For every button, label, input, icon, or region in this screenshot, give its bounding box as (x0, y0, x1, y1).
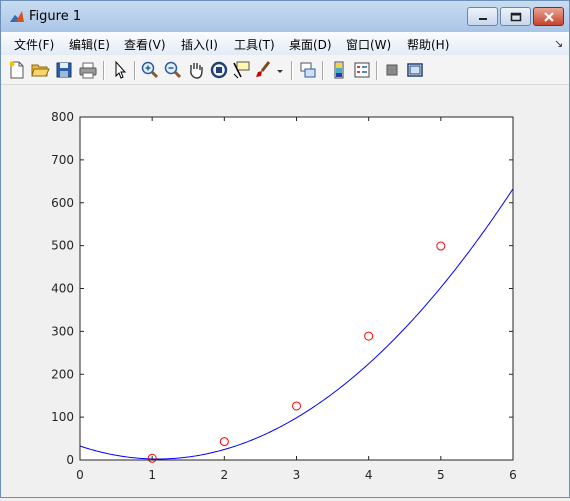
zoom-out-icon[interactable] (163, 60, 183, 80)
save-icon[interactable] (54, 60, 74, 80)
window-title: Figure 1 (29, 9, 82, 24)
x-tick-label: 2 (221, 468, 229, 482)
edit-plot-arrow-icon[interactable] (110, 60, 130, 80)
show-plot-tools-icon[interactable] (405, 60, 425, 80)
menu-tools[interactable]: 工具(T) (234, 36, 275, 53)
y-tick-label: 500 (51, 239, 74, 253)
link-plot-icon[interactable] (298, 60, 318, 80)
pan-hand-icon[interactable] (186, 60, 206, 80)
hide-plot-tools-icon[interactable] (382, 60, 402, 80)
y-tick-label: 600 (51, 196, 74, 210)
x-tick-label: 4 (365, 468, 373, 482)
menu-insert[interactable]: 插入(I) (181, 36, 218, 53)
x-tick-label: 0 (76, 468, 84, 482)
brush-icon[interactable] (254, 60, 274, 80)
y-tick-label: 800 (51, 110, 74, 124)
toolbar-separator (134, 61, 136, 80)
toolbar-separator (291, 61, 293, 80)
plot-svg[interactable]: 0 1 2 3 4 5 6 0 100 200 300 400 500 600 700 800 (1, 85, 569, 497)
brush-dropdown-icon[interactable] (275, 60, 285, 80)
menu-window[interactable]: 窗口(W) (346, 36, 391, 53)
menu-file[interactable]: 文件(F) (14, 36, 54, 53)
close-icon (543, 11, 554, 22)
toolbar-separator (103, 61, 105, 80)
open-file-icon[interactable] (30, 60, 50, 80)
y-tick-label: 300 (51, 324, 74, 338)
zoom-in-icon[interactable] (140, 60, 160, 80)
figure-canvas: 0 1 2 3 4 5 6 0 100 200 300 400 500 600 700 800 (1, 85, 569, 497)
toolbar-separator (322, 61, 324, 80)
y-tick-label: 200 (51, 367, 74, 381)
minimize-icon (478, 17, 487, 20)
y-tick-label: 0 (66, 453, 74, 467)
menu-edit[interactable]: 编辑(E) (69, 36, 110, 53)
toolbar-separator (376, 61, 378, 80)
print-icon[interactable] (78, 60, 98, 80)
menu-bar: 文件(F) 编辑(E) 查看(V) 插入(I) 工具(T) 桌面(D) 窗口(W… (1, 32, 569, 55)
menu-help[interactable]: 帮助(H) (407, 36, 449, 53)
rotate-3d-icon[interactable] (209, 60, 229, 80)
maximize-button[interactable] (500, 7, 531, 26)
figure-toolbar (1, 55, 569, 85)
title-bar[interactable]: Figure 1 (1, 1, 569, 32)
legend-icon[interactable] (352, 60, 372, 80)
data-cursor-icon[interactable] (231, 60, 251, 80)
close-button[interactable] (533, 7, 564, 26)
x-tick-label: 1 (148, 468, 156, 482)
figure-window: Figure 1 文件(F) 编辑(E) 查看(V) 插入(I) 工具(T) 桌… (0, 0, 570, 498)
y-tick-label: 100 (51, 410, 74, 424)
menu-view[interactable]: 查看(V) (124, 36, 166, 53)
x-tick-label: 3 (293, 468, 301, 482)
y-tick-label: 700 (51, 153, 74, 167)
x-tick-label: 5 (437, 468, 445, 482)
axes-background (80, 117, 513, 460)
colorbar-icon[interactable] (329, 60, 349, 80)
y-tick-label: 400 (51, 282, 74, 296)
x-tick-label: 6 (509, 468, 517, 482)
new-figure-icon[interactable] (7, 60, 27, 80)
minimize-button[interactable] (467, 7, 498, 26)
menu-overflow-icon[interactable]: ↘ (554, 37, 563, 50)
menu-desktop[interactable]: 桌面(D) (289, 36, 332, 53)
maximize-icon (510, 12, 521, 21)
matlab-logo-icon (10, 11, 24, 22)
